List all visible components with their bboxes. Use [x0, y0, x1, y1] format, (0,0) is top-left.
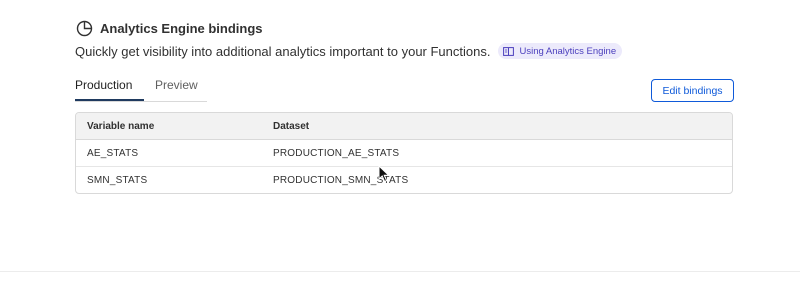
section-header: Analytics Engine bindings: [76, 18, 263, 38]
pie-chart-icon: [76, 20, 93, 37]
section-description: Quickly get visibility into additional a…: [75, 43, 491, 59]
environment-tabs: Production Preview: [75, 78, 207, 102]
table-header: Variable name Dataset: [76, 113, 732, 140]
table-row: SMN_STATS PRODUCTION_SMN_STATS: [76, 166, 732, 193]
tab-preview[interactable]: Preview: [155, 78, 198, 100]
dataset-cell: PRODUCTION_AE_STATS: [273, 147, 400, 159]
section-description-row: Quickly get visibility into additional a…: [75, 42, 623, 60]
table-row: AE_STATS PRODUCTION_AE_STATS: [76, 140, 732, 166]
section-title: Analytics Engine bindings: [100, 20, 263, 36]
tab-production[interactable]: Production: [75, 78, 144, 101]
column-header-dataset: Dataset: [273, 120, 310, 132]
edit-bindings-button[interactable]: Edit bindings: [651, 79, 734, 102]
mouse-pointer-icon: [378, 164, 390, 183]
variable-name-cell: AE_STATS: [87, 147, 139, 159]
docs-link-label: Using Analytics Engine: [519, 45, 617, 57]
dataset-cell: PRODUCTION_SMN_STATS: [273, 174, 409, 186]
docs-link-chip[interactable]: Using Analytics Engine: [498, 43, 623, 59]
column-header-variable-name: Variable name: [87, 120, 155, 132]
divider: [0, 271, 800, 272]
variable-name-cell: SMN_STATS: [87, 174, 148, 186]
book-icon: [503, 46, 515, 56]
bindings-table: Variable name Dataset AE_STATS PRODUCTIO…: [75, 112, 733, 194]
